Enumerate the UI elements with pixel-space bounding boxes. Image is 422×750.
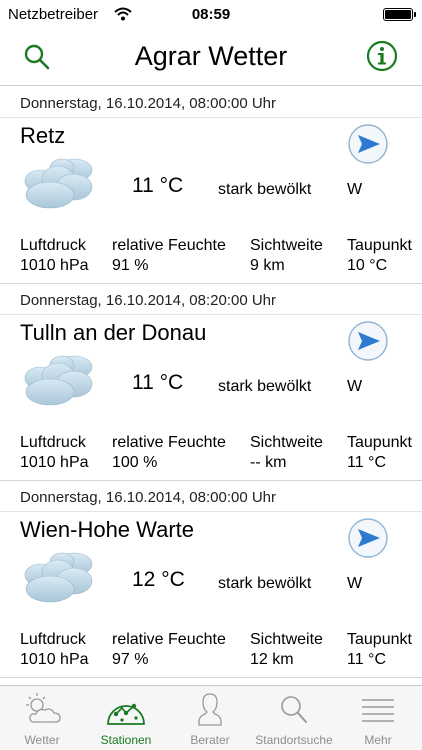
tab-label: Wetter bbox=[24, 733, 60, 747]
tab-label: Stationen bbox=[100, 733, 152, 747]
tab-label: Mehr bbox=[364, 733, 392, 747]
more-icon bbox=[362, 699, 394, 722]
visibility-value: -- km bbox=[250, 454, 287, 471]
dewpoint-label: Taupunkt bbox=[347, 631, 412, 648]
metric-humidity: relative Feuchte 97 % bbox=[112, 630, 226, 670]
wind-direction-arrow-icon bbox=[348, 321, 388, 361]
observation-date: Donnerstag, 16.10.2014, 08:00:00 Uhr bbox=[20, 95, 277, 112]
dewpoint-label: Taupunkt bbox=[347, 237, 412, 254]
metric-dewpoint: Taupunkt 10 °C bbox=[347, 236, 412, 276]
location-search-icon bbox=[281, 696, 307, 723]
station-card[interactable]: Donnerstag, 16.10.2014, 08:00:00 Uhr Ret… bbox=[0, 87, 422, 284]
temperature: 11 °C bbox=[132, 371, 184, 394]
pressure-value: 1010 hPa bbox=[20, 257, 89, 274]
status-bar: Netzbetreiber 08:59 bbox=[0, 0, 422, 28]
tab-mehr[interactable]: Mehr bbox=[336, 686, 420, 750]
status-time: 08:59 bbox=[191, 6, 231, 23]
humidity-value: 91 % bbox=[112, 257, 149, 274]
wind-direction: W bbox=[347, 181, 363, 198]
metric-dewpoint: Taupunkt 11 °C bbox=[347, 630, 412, 670]
weather-icon bbox=[26, 693, 61, 723]
page-title: Agrar Wetter bbox=[134, 41, 288, 71]
pressure-value: 1010 hPa bbox=[20, 454, 89, 471]
tab-stationen[interactable]: Stationen bbox=[84, 686, 168, 750]
cloud-icon bbox=[24, 158, 93, 209]
station-name: Wien-Hohe Warte bbox=[20, 517, 195, 542]
tab-berater[interactable]: Berater bbox=[168, 686, 252, 750]
navigation-bar: Agrar Wetter bbox=[0, 28, 422, 86]
temperature: 12 °C bbox=[132, 568, 185, 591]
tab-standortsuche[interactable]: Standortsuche bbox=[252, 686, 336, 750]
observation-date: Donnerstag, 16.10.2014, 08:00:00 Uhr bbox=[20, 489, 277, 506]
info-icon[interactable] bbox=[366, 40, 398, 72]
station-name: Retz bbox=[20, 123, 66, 148]
metric-visibility: Sichtweite -- km bbox=[250, 433, 323, 473]
metric-humidity: relative Feuchte 100 % bbox=[112, 433, 226, 473]
metric-visibility: Sichtweite 12 km bbox=[250, 630, 323, 670]
metric-humidity: relative Feuchte 91 % bbox=[112, 236, 226, 276]
humidity-value: 97 % bbox=[112, 651, 149, 668]
divider bbox=[0, 511, 422, 512]
pressure-label: Luftdruck bbox=[20, 631, 86, 648]
station-card[interactable]: Donnerstag, 16.10.2014, 08:20:00 Uhr Tul… bbox=[0, 284, 422, 481]
stations-icon bbox=[107, 703, 145, 725]
temperature: 11 °C bbox=[132, 174, 184, 197]
station-card[interactable]: Donnerstag, 16.10.2014, 08:00:00 Uhr Wie… bbox=[0, 481, 422, 678]
visibility-value: 9 km bbox=[250, 257, 285, 274]
tab-label: Berater bbox=[190, 733, 230, 747]
battery-icon bbox=[383, 8, 416, 21]
metric-visibility: Sichtweite 9 km bbox=[250, 236, 323, 276]
visibility-label: Sichtweite bbox=[250, 237, 323, 254]
observation-date: Donnerstag, 16.10.2014, 08:20:00 Uhr bbox=[20, 292, 277, 309]
weather-condition: stark bewölkt bbox=[218, 378, 312, 395]
visibility-label: Sichtweite bbox=[250, 631, 323, 648]
cloud-icon bbox=[24, 355, 93, 406]
pressure-label: Luftdruck bbox=[20, 434, 86, 451]
pressure-value: 1010 hPa bbox=[20, 651, 89, 668]
tab-label: Standortsuche bbox=[255, 733, 333, 747]
cloud-icon bbox=[24, 552, 93, 603]
weather-condition: stark bewölkt bbox=[218, 181, 312, 198]
humidity-label: relative Feuchte bbox=[112, 434, 226, 451]
weather-condition: stark bewölkt bbox=[218, 575, 312, 592]
humidity-value: 100 % bbox=[112, 454, 158, 471]
metric-pressure: Luftdruck 1010 hPa bbox=[20, 433, 89, 473]
metric-dewpoint: Taupunkt 11 °C bbox=[347, 433, 412, 473]
advisor-icon bbox=[198, 693, 222, 726]
visibility-label: Sichtweite bbox=[250, 434, 323, 451]
humidity-label: relative Feuchte bbox=[112, 237, 226, 254]
visibility-value: 12 km bbox=[250, 651, 294, 668]
metric-pressure: Luftdruck 1010 hPa bbox=[20, 236, 89, 276]
station-list[interactable]: Donnerstag, 16.10.2014, 08:00:00 Uhr Ret… bbox=[0, 87, 422, 678]
dewpoint-label: Taupunkt bbox=[347, 434, 412, 451]
divider bbox=[0, 314, 422, 315]
metric-pressure: Luftdruck 1010 hPa bbox=[20, 630, 89, 670]
pressure-label: Luftdruck bbox=[20, 237, 86, 254]
tab-wetter[interactable]: Wetter bbox=[0, 686, 84, 750]
dewpoint-value: 11 °C bbox=[347, 651, 387, 668]
humidity-label: relative Feuchte bbox=[112, 631, 226, 648]
wind-direction-arrow-icon bbox=[348, 124, 388, 164]
wind-direction: W bbox=[347, 378, 363, 395]
wind-direction-arrow-icon bbox=[348, 518, 388, 558]
wind-direction: W bbox=[347, 575, 363, 592]
station-name: Tulln an der Donau bbox=[20, 320, 207, 345]
dewpoint-value: 11 °C bbox=[347, 454, 387, 471]
tab-bar: Wetter Stationen Berater Standortsuche M… bbox=[0, 685, 422, 750]
dewpoint-value: 10 °C bbox=[347, 257, 388, 274]
divider bbox=[0, 117, 422, 118]
